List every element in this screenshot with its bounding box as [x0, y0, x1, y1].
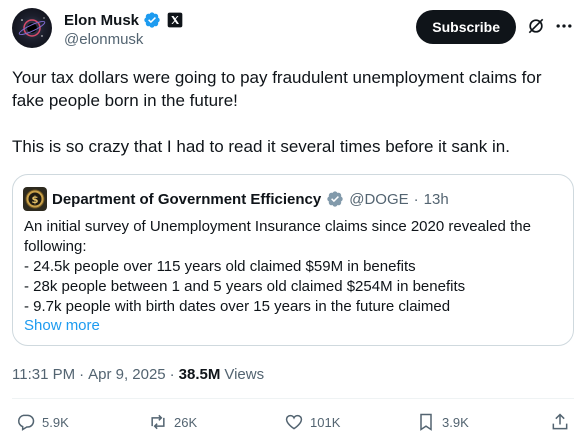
post-text: Your tax dollars were going to pay fraud…	[12, 66, 572, 181]
more-options-icon[interactable]	[554, 16, 574, 36]
post-paragraph: Your tax dollars were going to pay fraud…	[12, 68, 542, 110]
quoted-post-body: An initial survey of Unemployment Insura…	[24, 217, 564, 317]
quoted-time: 13h	[423, 190, 449, 208]
share-icon	[552, 413, 568, 430]
heart-icon	[285, 414, 303, 430]
reply-icon	[18, 414, 35, 431]
divider	[12, 398, 574, 399]
bookmark-count: 3.9K	[442, 414, 469, 430]
grok-icon[interactable]	[526, 16, 546, 36]
quoted-avatar: $	[23, 187, 47, 211]
name-row: Elon Musk	[64, 10, 183, 30]
meta-separator: ·	[169, 366, 175, 383]
quoted-line: An initial survey of Unemployment Insura…	[24, 218, 531, 235]
meta-separator: ·	[79, 366, 85, 383]
bookmark-button[interactable]: 3.9K	[416, 412, 469, 432]
quoted-post-header: $ Department of Government Efficiency @D…	[23, 187, 449, 211]
post-timestamp: 11:31 PM · Apr 9, 2025 · 38.5M Views	[12, 366, 264, 383]
bookmark-icon	[420, 413, 432, 431]
quoted-line: - 24.5k people over 115 years old claime…	[24, 258, 416, 275]
post-time[interactable]: 11:31 PM	[12, 366, 75, 383]
x-logo-icon	[167, 12, 183, 28]
reply-count: 5.9K	[42, 414, 69, 430]
post-date[interactable]: Apr 9, 2025	[88, 366, 166, 383]
post-paragraph: This is so crazy that I had to read it s…	[12, 137, 510, 156]
quoted-line: - 28k people between 1 and 5 years old c…	[24, 278, 466, 295]
quoted-display-name: Department of Government Efficiency	[52, 190, 322, 208]
repost-button[interactable]: 26K	[148, 412, 197, 432]
action-bar: 5.9K 26K 101K 3.9K	[12, 412, 574, 436]
subscribe-button[interactable]: Subscribe	[416, 10, 516, 44]
like-button[interactable]: 101K	[284, 412, 340, 432]
avatar-image	[18, 17, 46, 37]
like-count: 101K	[310, 414, 341, 430]
views-count: 38.5M	[178, 366, 221, 383]
verified-badge-icon[interactable]	[143, 11, 161, 29]
author-handle[interactable]: @elonmusk	[64, 31, 143, 48]
government-verified-icon	[327, 191, 343, 207]
share-button[interactable]	[550, 412, 570, 432]
show-more-link[interactable]: Show more	[24, 317, 100, 334]
quoted-handle: @DOGE	[349, 190, 409, 208]
dollar-seal-icon: $	[25, 189, 45, 209]
repost-icon	[151, 414, 165, 430]
quoted-line: following:	[24, 238, 87, 255]
reply-button[interactable]: 5.9K	[16, 412, 69, 432]
views-label: Views	[224, 366, 265, 383]
quoted-post[interactable]: $ Department of Government Efficiency @D…	[12, 174, 574, 346]
svg-text:$: $	[32, 195, 39, 206]
repost-count: 26K	[174, 414, 198, 430]
avatar[interactable]	[12, 8, 52, 48]
post-header: Elon Musk @elonmusk Subscribe	[12, 8, 574, 52]
quoted-separator: ·	[413, 190, 419, 208]
quoted-line: - 9.7k people with birth dates over 15 y…	[24, 298, 451, 315]
display-name[interactable]: Elon Musk	[64, 12, 139, 29]
